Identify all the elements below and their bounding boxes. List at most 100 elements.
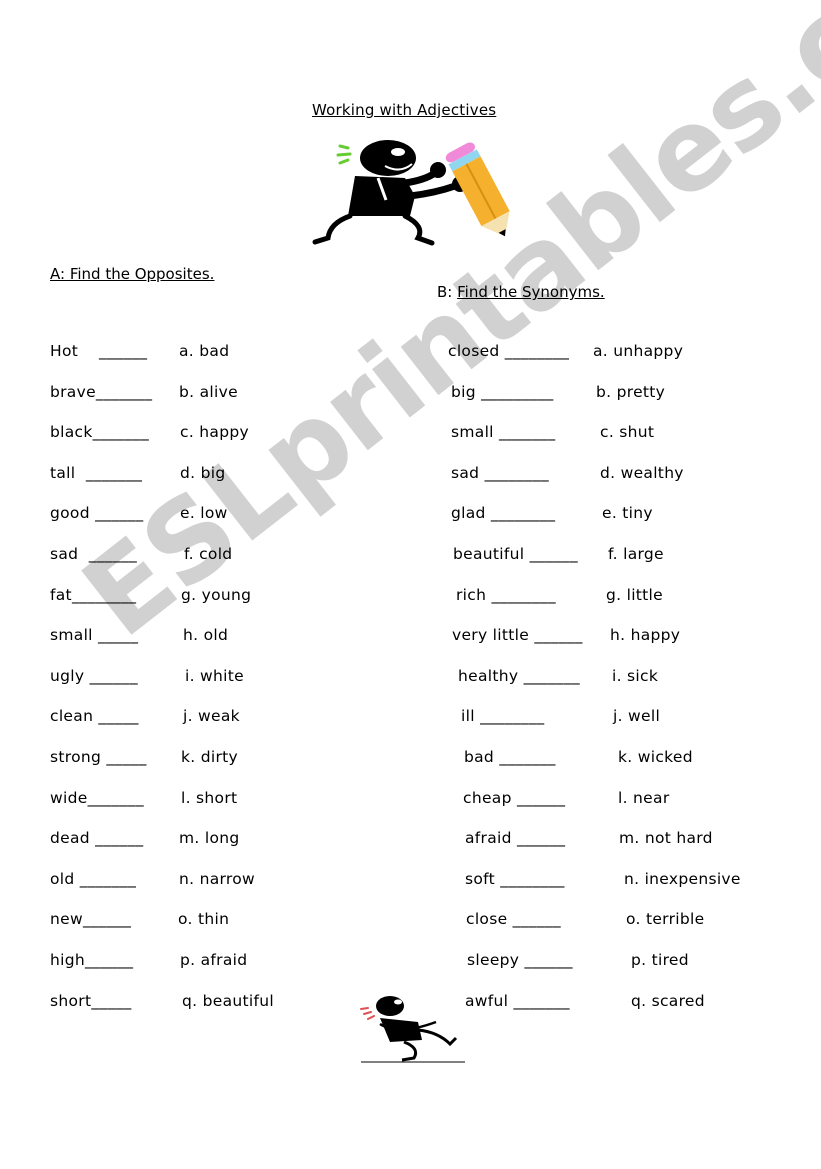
opposite-word: short <box>50 991 92 1010</box>
answer-blank[interactable]: _______ <box>524 667 580 685</box>
synonym-word-item: beautiful ______ <box>453 545 578 563</box>
opposite-option: b. alive <box>179 382 238 401</box>
answer-blank[interactable]: _______ <box>80 870 136 888</box>
synonym-word: glad <box>451 504 486 523</box>
answer-blank[interactable]: _______ <box>499 748 555 766</box>
opposite-word: brave <box>50 382 96 401</box>
answer-blank[interactable]: ________ <box>505 342 569 360</box>
answer-blank[interactable]: _______ <box>499 423 555 441</box>
synonym-option: c. shut <box>600 423 655 442</box>
opposite-word: wide <box>50 788 88 807</box>
answer-blank[interactable]: ________ <box>500 870 564 888</box>
answer-blank[interactable]: _____ <box>91 992 131 1010</box>
section-b-label: B: <box>437 283 453 301</box>
opposite-option: d. big <box>180 463 226 482</box>
opposite-option: n. narrow <box>179 869 255 888</box>
answer-blank[interactable]: ______ <box>517 789 565 807</box>
answer-blank[interactable]: _____ <box>98 626 138 644</box>
synonym-option: m. not hard <box>619 829 713 848</box>
answer-blank[interactable]: _______ <box>88 789 144 807</box>
opposite-option: j. weak <box>183 707 240 726</box>
opposite-option: f. cold <box>184 545 233 563</box>
answer-blank[interactable]: _______ <box>96 383 152 401</box>
synonym-word-item: very little ______ <box>452 626 583 644</box>
opposite-word-item: Hot ______ <box>50 342 147 360</box>
opposite-word: clean <box>50 707 94 726</box>
opposite-word: fat <box>50 585 72 604</box>
answer-blank[interactable]: _____ <box>98 707 138 725</box>
answer-blank[interactable]: ______ <box>83 910 131 928</box>
synonym-option: n. inexpensive <box>624 869 741 888</box>
answer-blank[interactable]: ______ <box>85 951 133 969</box>
synonym-word-item: closed ________ <box>448 342 569 360</box>
synonym-word-item: glad ________ <box>451 504 555 522</box>
synonym-word: cheap <box>463 788 512 807</box>
synonym-word: afraid <box>465 829 512 848</box>
opposite-word-item: wide_______ <box>50 789 144 807</box>
answer-blank[interactable]: ________ <box>480 707 544 725</box>
opposite-option: i. white <box>185 666 244 685</box>
answer-blank[interactable]: ______ <box>525 951 573 969</box>
synonym-word-item: close ______ <box>466 910 561 928</box>
synonym-option: b. pretty <box>596 382 666 401</box>
answer-blank[interactable]: ______ <box>517 829 565 847</box>
synonym-word-item: small _______ <box>451 423 555 441</box>
opposite-word-item: new______ <box>50 910 131 928</box>
synonym-word: sad <box>451 463 480 482</box>
section-b-heading-text: Find the Synonyms. <box>457 283 605 301</box>
answer-blank[interactable]: _____ <box>106 748 146 766</box>
synonym-option: g. little <box>606 585 664 604</box>
opposite-word: sad <box>50 545 79 563</box>
opposite-word: new <box>50 910 83 929</box>
synonym-option: q. scared <box>631 991 705 1010</box>
opposite-word-item: good ______ <box>50 504 143 522</box>
synonym-option: j. well <box>613 707 661 726</box>
answer-blank[interactable]: ______ <box>95 504 143 522</box>
answer-blank[interactable]: ______ <box>530 545 578 563</box>
answer-blank[interactable]: ________ <box>491 586 555 604</box>
opposite-word-item: old _______ <box>50 870 136 888</box>
answer-blank[interactable]: ______ <box>513 910 561 928</box>
opposite-option: q. beautiful <box>182 991 274 1010</box>
section-a-heading: A: Find the Opposites. <box>50 265 821 283</box>
synonym-word: rich <box>456 585 487 604</box>
synonym-word: very little <box>452 626 530 645</box>
opposite-word-item: strong _____ <box>50 748 147 766</box>
answer-blank[interactable]: ________ <box>485 464 549 482</box>
synonym-word-item: awful _______ <box>465 992 570 1010</box>
watermark: ESLprintables.com <box>60 0 821 663</box>
answer-blank[interactable]: _______ <box>86 464 142 482</box>
opposite-option: k. dirty <box>181 748 238 766</box>
synonym-word-item: bad _______ <box>464 748 556 766</box>
answer-blank[interactable]: ________ <box>72 586 136 604</box>
synonym-word: beautiful <box>453 545 525 563</box>
answer-blank[interactable]: ______ <box>89 545 137 563</box>
answer-blank[interactable]: ______ <box>95 829 143 847</box>
opposite-word-item: tall _______ <box>50 464 142 482</box>
opposite-word-item: short_____ <box>50 992 132 1010</box>
synonym-word-item: soft ________ <box>465 870 565 888</box>
synonym-word-item: afraid ______ <box>465 829 565 847</box>
opposite-word: tall <box>50 463 76 482</box>
answer-blank[interactable]: _______ <box>514 992 570 1010</box>
running-figure-icon <box>360 996 465 1063</box>
synonym-word-item: sleepy ______ <box>467 951 573 969</box>
synonym-option: a. unhappy <box>593 342 684 360</box>
synonym-option: o. terrible <box>626 910 705 929</box>
synonym-word-item: ill ________ <box>461 707 544 725</box>
opposite-word: Hot <box>50 342 79 360</box>
opposite-word: good <box>50 504 90 523</box>
synonym-word: closed <box>448 342 500 360</box>
opposite-word-item: small _____ <box>50 626 138 644</box>
answer-blank[interactable]: ______ <box>534 626 582 644</box>
synonym-word-item: rich ________ <box>456 586 556 604</box>
answer-blank[interactable]: _________ <box>481 383 553 401</box>
answer-blank[interactable]: ______ <box>99 342 147 360</box>
opposite-option: m. long <box>179 829 240 848</box>
answer-blank[interactable]: _______ <box>93 423 149 441</box>
answer-blank[interactable]: ______ <box>90 667 138 685</box>
opposite-word-item: high______ <box>50 951 133 969</box>
answer-blank[interactable]: ________ <box>491 504 555 522</box>
opposite-word: old <box>50 869 75 888</box>
